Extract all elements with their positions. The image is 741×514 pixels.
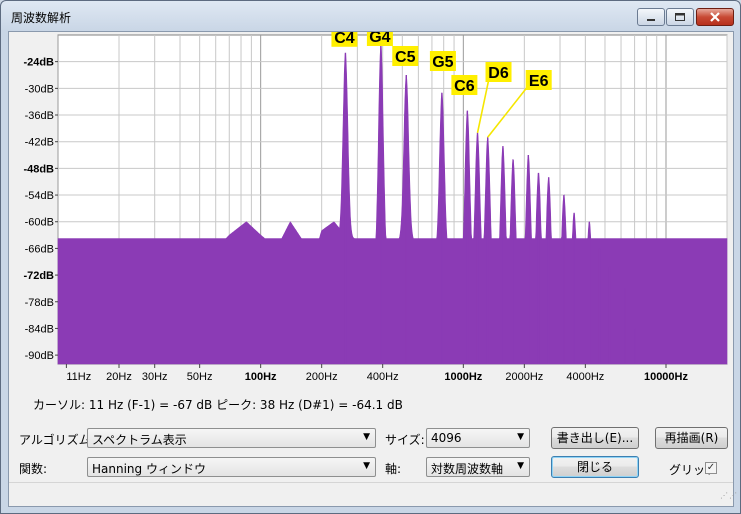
- size-value: 4096: [431, 431, 462, 445]
- x-tick-label: 30Hz: [142, 371, 168, 383]
- x-tick-label: 10000Hz: [644, 371, 689, 383]
- y-tick-label: -42dB: [25, 137, 54, 149]
- annotation-label-E6: E6: [529, 73, 549, 90]
- y-tick-label: -60dB: [25, 217, 54, 229]
- x-tick-label: 100Hz: [245, 371, 277, 383]
- y-tick-label: -78dB: [25, 297, 54, 309]
- cursor-peak-readout: カーソル: 11 Hz (F-1) = -67 dB ピーク: 38 Hz (D…: [33, 398, 403, 412]
- title-bar[interactable]: 周波数解析: [1, 1, 740, 31]
- chevron-down-icon: ▼: [363, 432, 370, 442]
- axis-select[interactable]: 対数周波数軸 ▼: [426, 457, 530, 477]
- algorithm-value: スペクトラム表示: [92, 433, 187, 447]
- x-tick-label: 50Hz: [187, 371, 213, 383]
- function-value: Hanning ウィンドウ: [92, 462, 206, 476]
- window-title: 周波数解析: [11, 11, 72, 25]
- y-tick-label: -84dB: [25, 323, 54, 335]
- algorithm-select[interactable]: スペクトラム表示 ▼: [87, 428, 376, 448]
- y-tick-label: -30dB: [25, 83, 54, 95]
- close-button[interactable]: 閉じる: [551, 456, 639, 478]
- x-tick-label: 1000Hz: [444, 371, 482, 383]
- frequency-analysis-window: 周波数解析 -24dB -30dB -36dB -42dB -48dB -54dB -60d…: [0, 0, 741, 514]
- y-tick-label: -36dB: [25, 110, 54, 122]
- x-tick-label: 4000Hz: [566, 371, 604, 383]
- maximize-icon: [675, 13, 685, 21]
- x-tick-label: 400Hz: [367, 371, 399, 383]
- y-tick-label: -24dB: [23, 57, 54, 69]
- chevron-down-icon: ▼: [363, 461, 370, 471]
- grid-checkbox[interactable]: ✓: [705, 462, 717, 474]
- annotation-label-D6: D6: [488, 65, 509, 82]
- y-tick-label: -48dB: [23, 163, 54, 175]
- maximize-button[interactable]: [666, 8, 694, 26]
- minimize-button[interactable]: [637, 8, 665, 26]
- y-tick-label: -66dB: [25, 243, 54, 255]
- close-window-button[interactable]: [696, 8, 734, 26]
- annotation-label-C4: C4: [334, 32, 355, 47]
- y-tick-label: -90dB: [25, 350, 54, 362]
- client-area: -24dB -30dB -36dB -42dB -48dB -54dB -60dB -66dB…: [8, 31, 737, 507]
- y-tick-label: -72dB: [23, 270, 54, 282]
- status-bar: ⋰⋰: [9, 482, 737, 507]
- export-button[interactable]: 書き出し(E)...: [551, 427, 639, 449]
- minimize-icon: [647, 19, 655, 21]
- annotation-label-G5: G5: [432, 54, 453, 71]
- x-tick-label: 200Hz: [306, 371, 338, 383]
- resize-grip-icon[interactable]: ⋰⋰: [720, 492, 737, 504]
- size-select[interactable]: 4096 ▼: [426, 428, 530, 448]
- y-tick-label: -54dB: [25, 190, 54, 202]
- chevron-down-icon: ▼: [517, 461, 524, 471]
- function-select[interactable]: Hanning ウィンドウ ▼: [87, 457, 376, 477]
- axis-value: 対数周波数軸: [431, 462, 504, 476]
- algorithm-label: アルゴリズム:: [19, 433, 95, 447]
- close-icon: [710, 12, 720, 22]
- chevron-down-icon: ▼: [517, 432, 524, 442]
- annotation-label-C6: C6: [454, 78, 475, 95]
- axis-label: 軸:: [385, 462, 402, 476]
- x-tick-label: 20Hz: [106, 371, 132, 383]
- size-label: サイズ:: [385, 433, 425, 447]
- spectrum-chart[interactable]: -24dB -30dB -36dB -42dB -48dB -54dB -60dB -66dB…: [9, 32, 733, 392]
- annotation-label-G4: G4: [369, 32, 390, 46]
- replot-button[interactable]: 再描画(R): [655, 427, 728, 449]
- annotation-label-C5: C5: [395, 49, 416, 66]
- x-tick-label: 11Hz: [66, 371, 91, 383]
- x-tick-label: 2000Hz: [505, 371, 543, 383]
- function-label: 関数:: [19, 462, 48, 476]
